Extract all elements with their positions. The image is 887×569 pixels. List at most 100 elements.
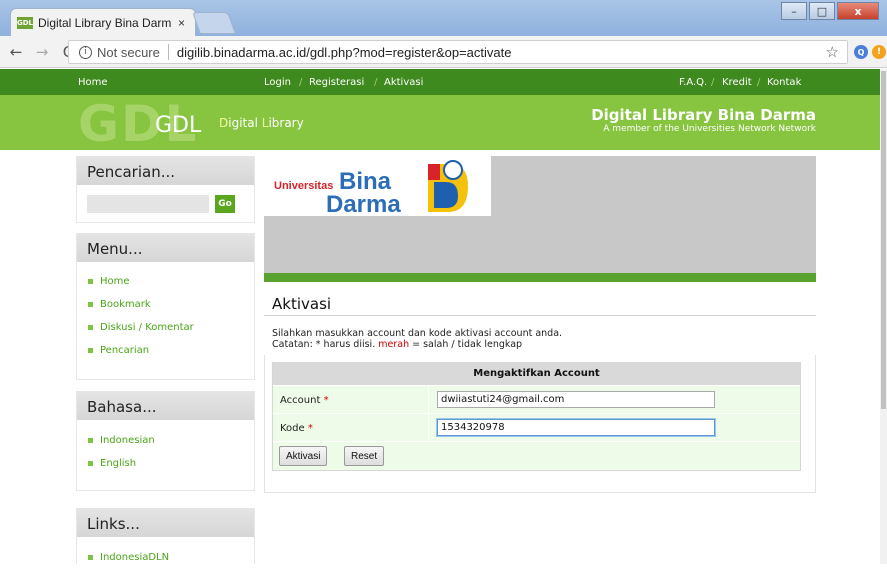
reset-button[interactable]: Reset bbox=[344, 446, 385, 466]
browser-toolbar: ← → C i Not secure digilib.binadarma.ac.… bbox=[0, 36, 887, 68]
bookmark-star-icon[interactable]: ☆ bbox=[826, 43, 839, 61]
menu-item-home[interactable]: Home bbox=[77, 270, 254, 293]
menu-box: Menu... Home Bookmark Diskusi / Komentar… bbox=[76, 233, 255, 380]
back-arrow-icon[interactable]: ← bbox=[6, 43, 26, 61]
browser-tab[interactable]: GDL Digital Library Bina Darm × bbox=[10, 8, 196, 36]
bullet-icon bbox=[88, 325, 93, 330]
menu-item-search[interactable]: Pencarian bbox=[77, 339, 254, 362]
links-box: Links... IndonesiaDLN bbox=[76, 508, 255, 564]
menu-item-bookmark[interactable]: Bookmark bbox=[77, 293, 254, 316]
address-separator bbox=[167, 44, 169, 60]
gdl-logo-text: GDL bbox=[155, 113, 202, 138]
info-icon[interactable]: i bbox=[79, 45, 92, 59]
bullet-icon bbox=[88, 302, 93, 307]
language-box: Bahasa... Indonesian English bbox=[76, 391, 255, 491]
bina-darma-logo-icon: Universitas Bina Darma bbox=[274, 160, 468, 218]
links-box-title: Links... bbox=[77, 509, 254, 537]
site-subtitle: A member of the Universities Network Net… bbox=[603, 124, 816, 134]
dl-text-2: ibrary bbox=[268, 116, 304, 130]
note-suffix: = salah / tidak lengkap bbox=[409, 339, 523, 350]
required-mark: * bbox=[323, 395, 329, 406]
university-logo: Universitas Bina Darma bbox=[264, 156, 491, 218]
menu-item-discussion[interactable]: Diskusi / Komentar bbox=[77, 316, 254, 339]
search-box: Pencarian... Go bbox=[76, 156, 255, 223]
tab-title: Digital Library Bina Darm bbox=[38, 15, 172, 30]
digital-library-label: Digital Library bbox=[219, 116, 304, 130]
extension-icon[interactable]: Q bbox=[854, 45, 868, 59]
search-box-title: Pencarian... bbox=[77, 157, 254, 185]
page-scrollbar[interactable] bbox=[880, 69, 887, 564]
account-label: Account * bbox=[280, 395, 329, 406]
menu-item-label: Pencarian bbox=[100, 345, 150, 356]
content-green-bar bbox=[264, 273, 816, 282]
logo-darma-text: Darma bbox=[326, 191, 401, 216]
lang-item-label: English bbox=[100, 458, 137, 469]
link-item-label: IndonesiaDLN bbox=[100, 552, 170, 563]
code-label: Kode * bbox=[280, 423, 313, 434]
account-row: Account * bbox=[273, 385, 800, 414]
nav-faq-link[interactable]: F.A.Q. bbox=[679, 77, 707, 88]
tab-close-icon[interactable]: × bbox=[178, 16, 185, 30]
window-controls: – □ x bbox=[779, 2, 879, 20]
nav-separator: / bbox=[374, 77, 378, 88]
lang-item-indonesian[interactable]: Indonesian bbox=[77, 429, 254, 452]
site-top-nav: Home Login / Registerasi / Aktivasi F.A.… bbox=[0, 69, 880, 95]
scrollbar-thumb[interactable] bbox=[881, 71, 886, 409]
dl-letter-d: D bbox=[219, 116, 229, 130]
lang-item-english[interactable]: English bbox=[77, 452, 254, 475]
menu-box-title: Menu... bbox=[77, 234, 254, 262]
search-input[interactable] bbox=[87, 195, 209, 213]
form-title: Mengaktifkan Account bbox=[273, 363, 800, 385]
minimize-button[interactable]: – bbox=[781, 2, 807, 20]
search-go-button[interactable]: Go bbox=[215, 195, 235, 213]
code-label-text: Kode bbox=[280, 423, 305, 434]
code-input[interactable] bbox=[437, 419, 715, 436]
bullet-icon bbox=[88, 461, 93, 466]
header-image-area: Universitas Bina Darma bbox=[264, 156, 816, 273]
intro-text: Silahkan masukkan account dan kode aktiv… bbox=[272, 328, 562, 350]
activation-form: Mengaktifkan Account Account * Kode * Ak… bbox=[272, 362, 801, 471]
nav-separator: / bbox=[757, 77, 761, 88]
activate-button[interactable]: Aktivasi bbox=[279, 446, 328, 466]
close-window-button[interactable]: x bbox=[837, 2, 879, 20]
site-banner: GDL GDL Digital Library Digital Library … bbox=[0, 95, 880, 153]
browser-titlebar: GDL Digital Library Bina Darm × – □ x bbox=[0, 0, 887, 36]
intro-line-2: Catatan: * harus diisi. merah = salah / … bbox=[272, 339, 562, 350]
link-item-indonesiadln[interactable]: IndonesiaDLN bbox=[77, 546, 254, 569]
logo-universitas-text: Universitas bbox=[274, 180, 333, 192]
url-text[interactable]: digilib.binadarma.ac.id/gdl.php?mod=regi… bbox=[177, 45, 512, 60]
address-bar[interactable]: i Not secure digilib.binadarma.ac.id/gdl… bbox=[68, 40, 848, 64]
menu-item-label: Diskusi / Komentar bbox=[100, 322, 194, 333]
bullet-icon bbox=[88, 438, 93, 443]
nav-separator: / bbox=[711, 77, 715, 88]
nav-login-link[interactable]: Login bbox=[264, 77, 291, 88]
forward-arrow-icon[interactable]: → bbox=[32, 43, 52, 61]
nav-register-link[interactable]: Registerasi bbox=[309, 77, 364, 88]
language-box-title: Bahasa... bbox=[77, 392, 254, 420]
column-divider bbox=[428, 414, 429, 442]
code-row: Kode * bbox=[273, 413, 800, 442]
new-tab-button[interactable] bbox=[191, 12, 237, 34]
note-prefix: Catatan: * harus diisi. bbox=[272, 339, 379, 350]
maximize-button[interactable]: □ bbox=[809, 2, 835, 20]
nav-activate-link[interactable]: Aktivasi bbox=[384, 77, 423, 88]
required-mark: * bbox=[307, 423, 313, 434]
not-secure-label: Not secure bbox=[97, 44, 160, 60]
account-label-text: Account bbox=[280, 395, 321, 406]
intro-line-1: Silahkan masukkan account dan kode aktiv… bbox=[272, 328, 563, 339]
nav-separator: / bbox=[299, 77, 303, 88]
note-red-word: merah bbox=[378, 339, 410, 350]
bullet-icon bbox=[88, 279, 93, 284]
nav-contact-link[interactable]: Kontak bbox=[767, 77, 801, 88]
lang-item-label: Indonesian bbox=[100, 435, 155, 446]
dl-text-1: igital bbox=[228, 116, 262, 130]
alert-extension-icon[interactable]: ! bbox=[872, 45, 886, 59]
site-title: Digital Library Bina Darma bbox=[591, 106, 816, 124]
column-divider bbox=[428, 386, 429, 414]
bullet-icon bbox=[88, 348, 93, 353]
menu-item-label: Bookmark bbox=[100, 299, 151, 310]
nav-home-link[interactable]: Home bbox=[78, 77, 108, 88]
nav-credit-link[interactable]: Kredit bbox=[722, 77, 752, 88]
account-input[interactable] bbox=[437, 391, 715, 408]
menu-item-label: Home bbox=[100, 276, 130, 287]
